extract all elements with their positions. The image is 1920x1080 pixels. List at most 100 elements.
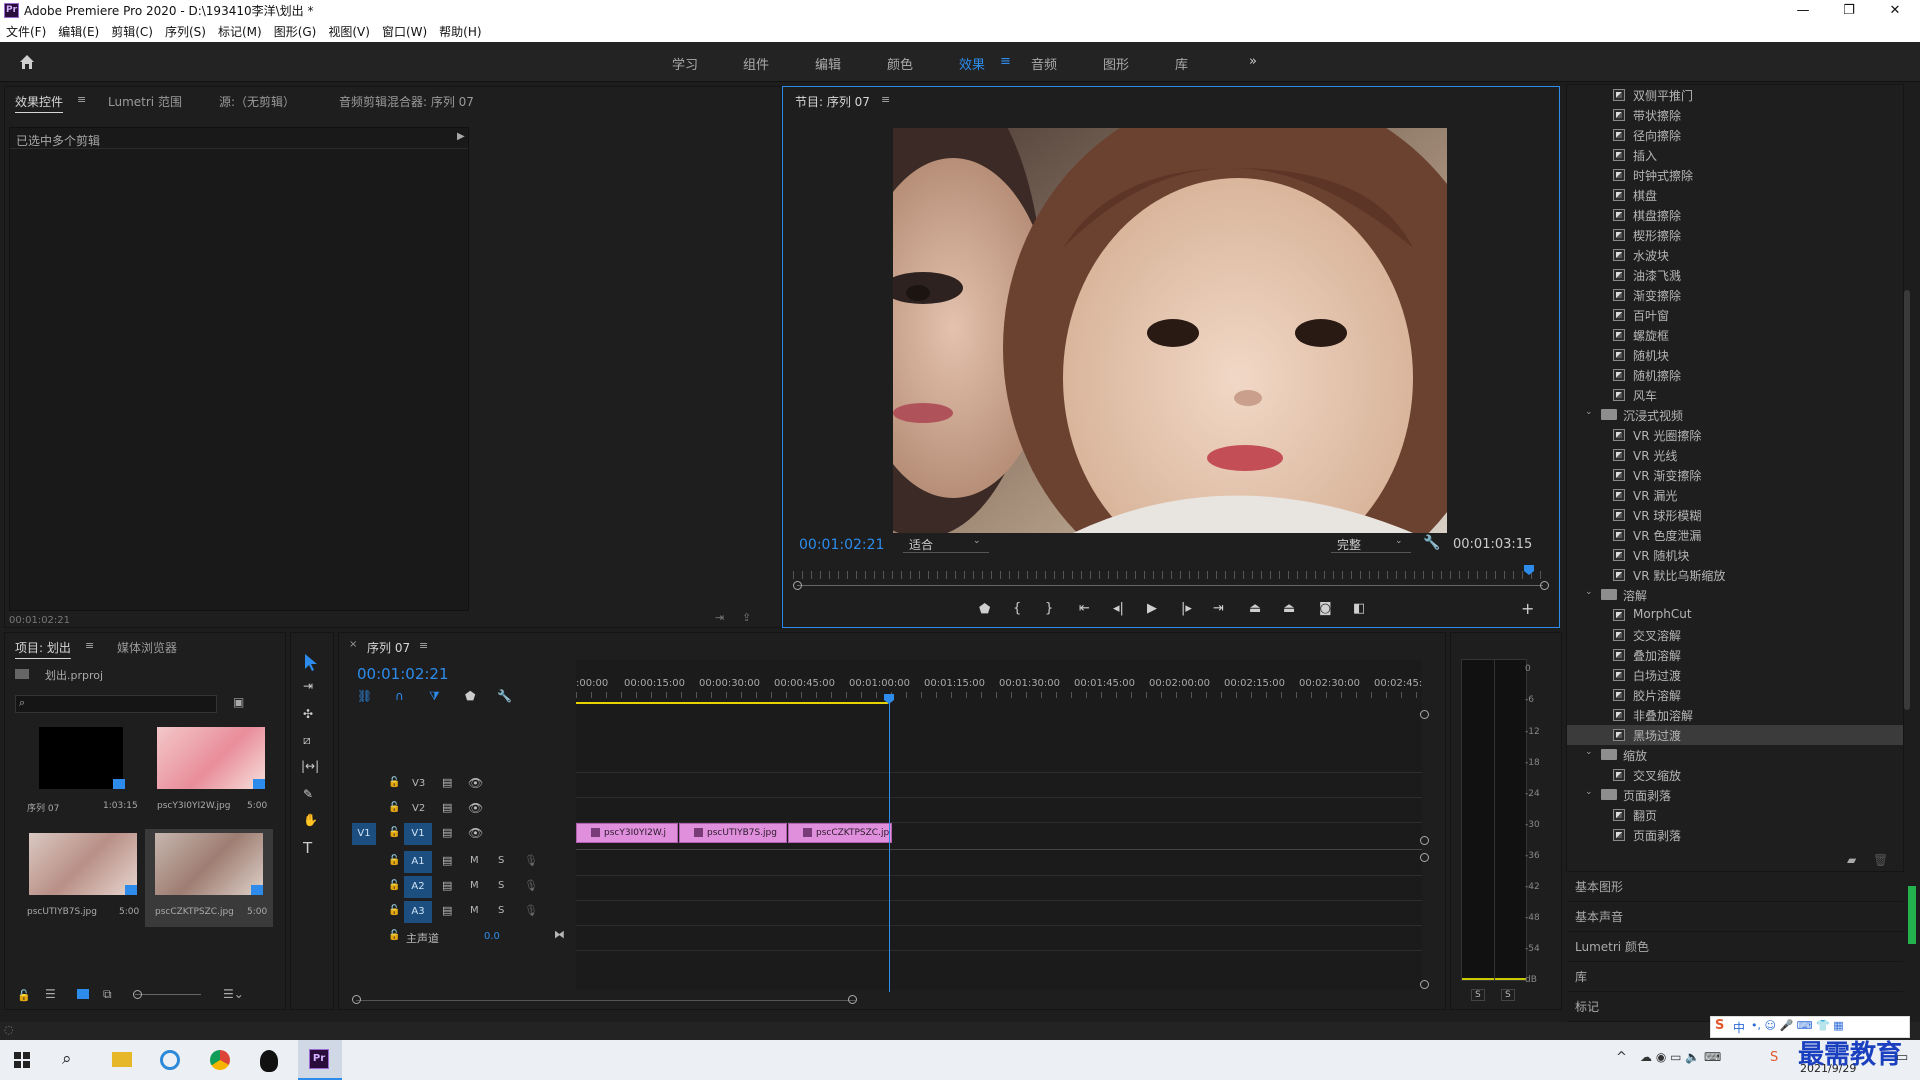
extract-icon[interactable]: ⏏: [1283, 601, 1295, 616]
chrome-icon[interactable]: [210, 1050, 230, 1070]
new-bin-icon[interactable]: ▰: [1847, 853, 1856, 867]
chevron-down-icon[interactable]: ⌄: [1585, 747, 1593, 757]
effect-item[interactable]: 胶片溶解: [1567, 685, 1903, 705]
quality-dropdown[interactable]: 完整 ⌄: [1331, 535, 1411, 553]
workspace-graphics[interactable]: 图形: [1103, 54, 1129, 73]
close-button[interactable]: ✕: [1872, 0, 1918, 22]
home-icon[interactable]: [18, 53, 36, 71]
effect-item[interactable]: VR 随机块: [1567, 545, 1903, 565]
menu-window[interactable]: 窗口(W): [376, 22, 433, 42]
tab-effect-controls[interactable]: 效果控件: [15, 93, 63, 110]
sync-lock-icon[interactable]: ▤: [442, 854, 452, 867]
project-search-input[interactable]: ⌕: [15, 695, 217, 713]
sync-lock-icon[interactable]: ▤: [442, 801, 452, 814]
effects-scrollbar[interactable]: [1904, 290, 1910, 710]
more-workspaces-icon[interactable]: »: [1249, 54, 1257, 69]
sync-lock-icon[interactable]: ▤: [442, 879, 452, 892]
effect-item[interactable]: 楔形擦除: [1567, 225, 1903, 245]
timeline-clip[interactable]: pscY3I0YI2W.j: [576, 823, 678, 843]
tray-icons[interactable]: ☁ ◉ ▭ 🔈 ⌨: [1640, 1050, 1721, 1064]
lock-icon[interactable]: 🔓: [388, 827, 400, 838]
work-area-bar[interactable]: [576, 702, 888, 704]
timeline-current-time[interactable]: 00:01:02:21: [357, 665, 449, 683]
chevron-down-icon[interactable]: ⌄: [1585, 407, 1593, 417]
tab-project[interactable]: 项目: 划出: [15, 639, 71, 656]
lock-icon[interactable]: 🔓: [388, 777, 400, 788]
type-tool-icon[interactable]: T: [303, 839, 312, 857]
add-marker-icon[interactable]: ⬟: [465, 689, 475, 703]
eye-icon[interactable]: 👁: [468, 826, 483, 840]
go-to-in-icon[interactable]: ⇤: [1079, 601, 1090, 616]
hand-tool-icon[interactable]: ✋: [303, 813, 318, 827]
export-frame-icon[interactable]: ⇥: [715, 611, 724, 624]
workspace-learn[interactable]: 学习: [672, 54, 698, 73]
microphone-icon[interactable]: 🎙: [524, 879, 538, 892]
expand-arrow-icon[interactable]: ▶: [457, 131, 465, 142]
workspace-editing[interactable]: 编辑: [815, 54, 841, 73]
menu-graphics[interactable]: 图形(G): [268, 22, 323, 42]
go-to-end-icon[interactable]: ⧓: [554, 928, 565, 941]
effect-item[interactable]: VR 漏光: [1567, 485, 1903, 505]
effect-folder[interactable]: ⌄ 页面剥落: [1567, 785, 1903, 805]
horizontal-scroll-start[interactable]: [352, 995, 361, 1004]
workspace-libraries[interactable]: 库: [1175, 54, 1188, 73]
effect-item[interactable]: 风车: [1567, 385, 1903, 405]
effect-item[interactable]: 非叠加溶解: [1567, 705, 1903, 725]
effect-item[interactable]: 径向擦除: [1567, 125, 1903, 145]
effect-item[interactable]: 随机块: [1567, 345, 1903, 365]
effect-item[interactable]: 双侧平推门: [1567, 85, 1903, 105]
tab-audio-clip-mixer[interactable]: 音频剪辑混合器: 序列 07: [339, 93, 474, 110]
panel-libraries[interactable]: 库: [1567, 962, 1903, 992]
effect-item[interactable]: 油漆飞溅: [1567, 265, 1903, 285]
effect-item[interactable]: 白场过渡: [1567, 665, 1903, 685]
scrubber-start-handle[interactable]: [793, 581, 802, 590]
lock-icon[interactable]: 🔓: [388, 930, 400, 941]
effect-item[interactable]: 页面剥落: [1567, 825, 1903, 845]
track-label[interactable]: A1: [404, 851, 432, 873]
razor-tool-icon[interactable]: ⧄: [303, 733, 311, 748]
project-item[interactable]: pscY3I0YI2W.jpg 5:00: [147, 723, 273, 821]
project-item-selected[interactable]: pscCZKTPSZC.jpg 5:00: [145, 829, 273, 927]
share-icon[interactable]: ⇪: [742, 611, 751, 624]
effect-item-selected[interactable]: 黑场过渡: [1567, 725, 1903, 745]
close-sequence-icon[interactable]: ×: [349, 639, 357, 650]
scrubber-end-handle[interactable]: [1540, 581, 1549, 590]
vertical-scroll-handle[interactable]: [1420, 980, 1429, 989]
microphone-icon[interactable]: 🎙: [524, 854, 538, 867]
lock-icon[interactable]: 🔓: [388, 905, 400, 916]
premiere-taskbar-button[interactable]: Pr: [298, 1040, 342, 1080]
effect-item[interactable]: 水波块: [1567, 245, 1903, 265]
project-menu-icon[interactable]: ≡: [85, 639, 94, 652]
menu-edit[interactable]: 编辑(E): [52, 22, 105, 42]
eye-icon[interactable]: 👁: [468, 776, 483, 790]
button-editor-icon[interactable]: +: [1521, 599, 1534, 618]
timeline-clip[interactable]: pscUTIYB7S.jpg: [679, 823, 787, 843]
effect-item[interactable]: VR 光圈擦除: [1567, 425, 1903, 445]
workspace-audio[interactable]: 音频: [1031, 54, 1057, 73]
linked-selection-icon[interactable]: ⧩: [429, 689, 440, 704]
mark-out-icon[interactable]: }: [1045, 601, 1053, 616]
track-label[interactable]: A2: [404, 876, 432, 898]
mute-button[interactable]: M: [470, 905, 479, 916]
ime-mode[interactable]: 中: [1733, 1019, 1745, 1036]
effect-item[interactable]: 插入: [1567, 145, 1903, 165]
effect-item[interactable]: VR 色度泄漏: [1567, 525, 1903, 545]
project-item[interactable]: 序列 07 1:03:15: [15, 723, 141, 821]
lock-icon[interactable]: 🔓: [388, 880, 400, 891]
sync-lock-icon[interactable]: ▤: [442, 904, 452, 917]
effect-item[interactable]: VR 渐变擦除: [1567, 465, 1903, 485]
sogou-ime-icon[interactable]: S: [1770, 1050, 1778, 1065]
effect-item[interactable]: 带状擦除: [1567, 105, 1903, 125]
sort-icon[interactable]: ☰⌄: [223, 987, 244, 1001]
effect-folder[interactable]: ⌄ 溶解: [1567, 585, 1903, 605]
lock-icon[interactable]: 🔓: [388, 855, 400, 866]
step-forward-icon[interactable]: |▸: [1181, 601, 1192, 616]
qq-icon[interactable]: [260, 1050, 278, 1072]
effect-item[interactable]: VR 球形模糊: [1567, 505, 1903, 525]
effect-item[interactable]: 百叶窗: [1567, 305, 1903, 325]
eye-icon[interactable]: 👁: [468, 801, 483, 815]
program-scrubber[interactable]: [793, 565, 1549, 595]
pen-tool-icon[interactable]: ✎: [303, 787, 313, 801]
workspace-color[interactable]: 颜色: [887, 54, 913, 73]
effect-item[interactable]: VR 光线: [1567, 445, 1903, 465]
